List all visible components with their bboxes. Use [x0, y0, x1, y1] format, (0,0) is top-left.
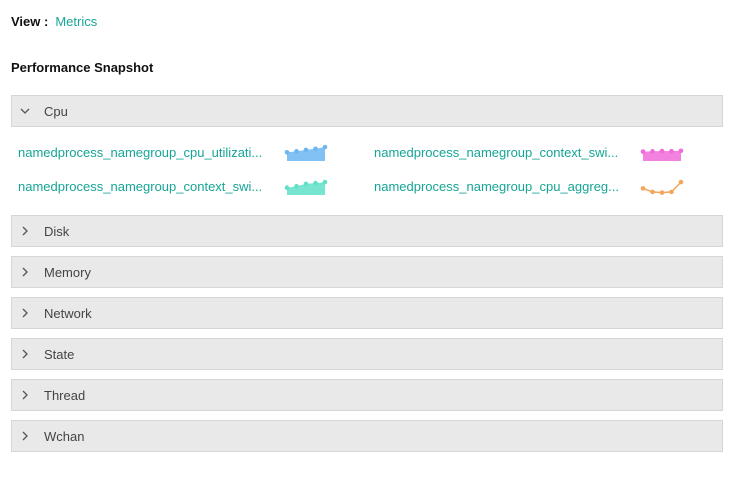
sparkline-point: [669, 148, 674, 154]
sparkline-point: [294, 184, 299, 189]
metric-item: namedprocess_namegroup_context_swi...: [374, 145, 630, 160]
panel-cpu-body: namedprocess_namegroup_cpu_utilizati... …: [11, 127, 723, 215]
section-title: Performance Snapshot: [11, 60, 154, 75]
metric-link[interactable]: namedprocess_namegroup_cpu_utilizati...: [18, 145, 274, 160]
sparkline-point: [659, 190, 665, 195]
sparkline-chart: [640, 179, 684, 195]
metric-link[interactable]: namedprocess_namegroup_context_swi...: [18, 179, 274, 194]
panel-title: Thread: [44, 387, 86, 403]
metric-link[interactable]: namedprocess_namegroup_context_swi...: [374, 145, 630, 160]
metric-item: namedprocess_namegroup_cpu_utilizati...: [18, 145, 274, 160]
panel-thread-header[interactable]: Thread: [11, 379, 723, 411]
metric-item: namedprocess_namegroup_cpu_aggreg...: [374, 179, 630, 194]
sparkline-point: [678, 179, 684, 185]
sparkline-point: [284, 150, 290, 155]
metric-item: namedprocess_namegroup_context_swi...: [18, 179, 274, 194]
sparkline-point: [640, 149, 646, 154]
panel-title: Cpu: [44, 103, 68, 119]
sparkline-point: [294, 149, 299, 154]
sparkline-point: [303, 181, 309, 187]
sparkline-point: [659, 148, 665, 154]
panel-wchan-header[interactable]: Wchan: [11, 420, 723, 452]
sparkline-point: [322, 179, 328, 185]
panel-title: Wchan: [44, 428, 85, 444]
chevron-right-icon: [19, 307, 31, 319]
view-selector: View : Metrics: [11, 14, 97, 29]
sparkline-point: [284, 185, 290, 190]
panel-memory-header[interactable]: Memory: [11, 256, 723, 288]
view-metrics-link[interactable]: Metrics: [55, 14, 97, 29]
chevron-right-icon: [19, 430, 31, 442]
sparkline-point: [640, 186, 646, 191]
sparkline-point: [650, 149, 655, 154]
sparkline-point: [313, 180, 318, 186]
metric-link[interactable]: namedprocess_namegroup_cpu_aggreg...: [374, 179, 630, 194]
sparkline-point: [322, 144, 328, 150]
sparkline-point: [650, 189, 655, 195]
chevron-right-icon: [19, 225, 31, 237]
panel-title: Memory: [44, 264, 91, 280]
sparkline-point: [313, 146, 318, 152]
panel-title: Network: [44, 305, 92, 321]
panel-state-header[interactable]: State: [11, 338, 723, 370]
panel-cpu-header[interactable]: Cpu: [11, 95, 723, 127]
chevron-right-icon: [19, 389, 31, 401]
panel-title: State: [44, 346, 75, 362]
accordion: Cpu namedprocess_namegroup_cpu_utilizati…: [11, 95, 723, 452]
chevron-down-icon: [19, 105, 31, 117]
sparkline-chart: [640, 148, 684, 161]
chevron-right-icon: [19, 266, 31, 278]
sparkline-point: [678, 148, 684, 154]
chevron-right-icon: [19, 348, 31, 360]
sparkline-chart: [284, 179, 328, 195]
panel-network-header[interactable]: Network: [11, 297, 723, 329]
sparkline-point: [303, 147, 309, 153]
sparkline-chart: [284, 144, 328, 161]
sparkline-point: [669, 189, 674, 195]
view-label: View :: [11, 14, 49, 29]
panel-title: Disk: [44, 223, 70, 239]
panel-disk-header[interactable]: Disk: [11, 215, 723, 247]
